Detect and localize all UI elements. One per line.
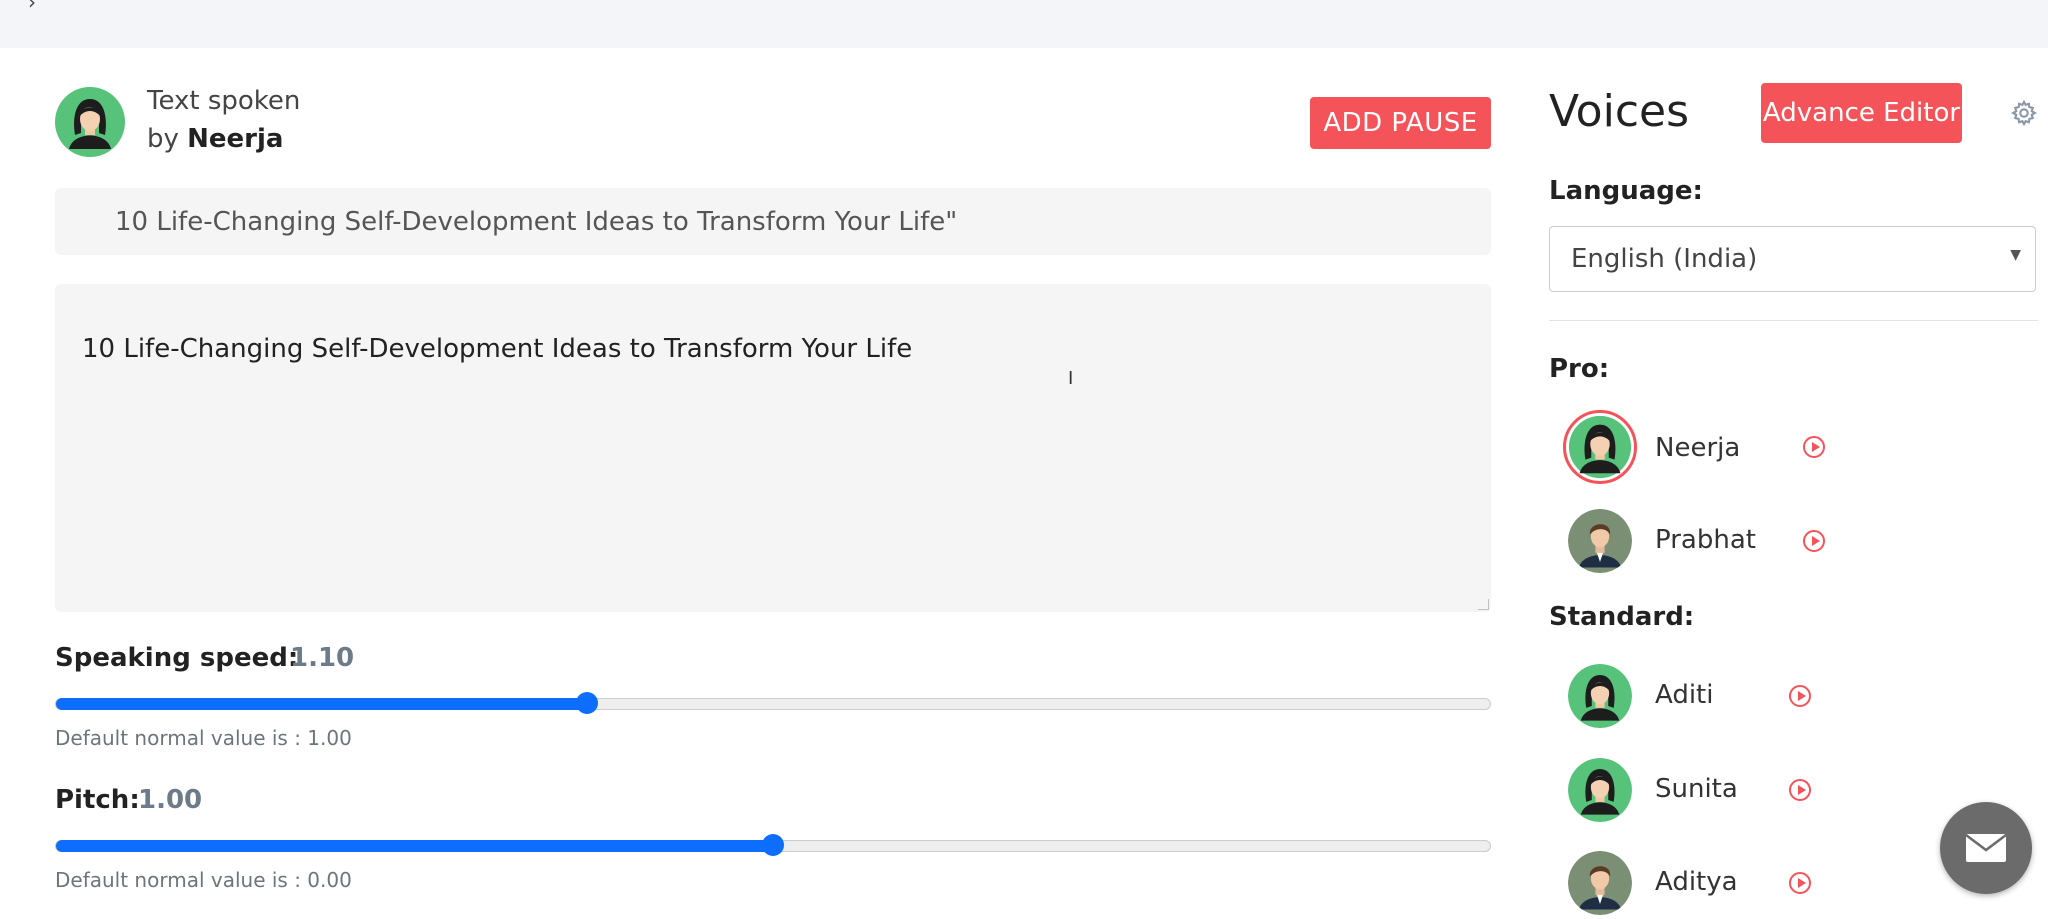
speed-slider[interactable] [55,692,1491,714]
divider [1549,320,2038,321]
title-input[interactable] [55,188,1491,255]
voice-name: Aditya [1655,867,1738,897]
top-bar-glyph: › [28,0,36,14]
spoken-by-prefix: Text spoken [147,86,301,116]
chevron-down-icon: ▼ [2010,247,2021,263]
female-avatar-icon [1563,410,1637,484]
chat-widget-button[interactable] [1940,802,2032,894]
pitch-slider[interactable] [55,834,1491,856]
pitch-value: 1.00 [138,785,203,815]
voice-name: Neerja [1655,433,1741,463]
female-avatar-icon [1568,664,1632,728]
voice-name: Sunita [1655,774,1738,804]
text-editor[interactable]: 10 Life-Changing Self-Development Ideas … [55,284,1491,612]
text-editor-content: 10 Life-Changing Self-Development Ideas … [82,334,913,364]
speaker-name: Neerja [187,124,284,154]
play-circle-icon[interactable] [1803,530,1825,552]
resize-handle[interactable] [1478,599,1489,610]
pitch-slider-fill [56,840,773,852]
speed-value: 1.10 [290,643,355,673]
voice-name: Aditi [1655,680,1714,710]
male-avatar-icon [1568,851,1632,915]
standard-label: Standard: [1549,602,1695,632]
speed-hint: Default normal value is : 1.00 [55,726,352,750]
pitch-slider-thumb[interactable] [762,834,784,856]
gear-icon[interactable] [2010,99,2038,127]
text-cursor-icon: I [1068,368,1074,389]
language-select[interactable]: English (India) ▼ [1549,226,2036,292]
play-circle-icon[interactable] [1789,779,1811,801]
language-select-value: English (India) [1571,244,1758,274]
female-avatar-icon [1568,758,1632,822]
pitch-label: Pitch: [55,785,140,815]
speaker-avatar [55,87,125,157]
speed-slider-thumb[interactable] [575,692,598,714]
chat-widget-icon [1965,834,2007,862]
voice-name: Prabhat [1655,525,1756,555]
speed-label: Speaking speed: [55,643,299,673]
pitch-hint: Default normal value is : 0.00 [55,868,352,892]
spoken-by-label: by [147,124,179,154]
play-circle-icon[interactable] [1803,436,1825,458]
pro-label: Pro: [1549,354,1610,384]
top-bar: › [0,0,2048,48]
advance-editor-button[interactable]: Advance Editor [1761,83,1962,143]
spoken-by-line: by Neerja [147,124,283,154]
play-circle-icon[interactable] [1789,685,1811,707]
male-avatar-icon [1568,509,1632,573]
add-pause-button[interactable]: ADD PAUSE [1310,97,1491,149]
voices-title: Voices [1549,86,1690,137]
language-label: Language: [1549,176,1703,206]
play-circle-icon[interactable] [1789,872,1811,894]
speed-slider-fill [56,698,587,710]
